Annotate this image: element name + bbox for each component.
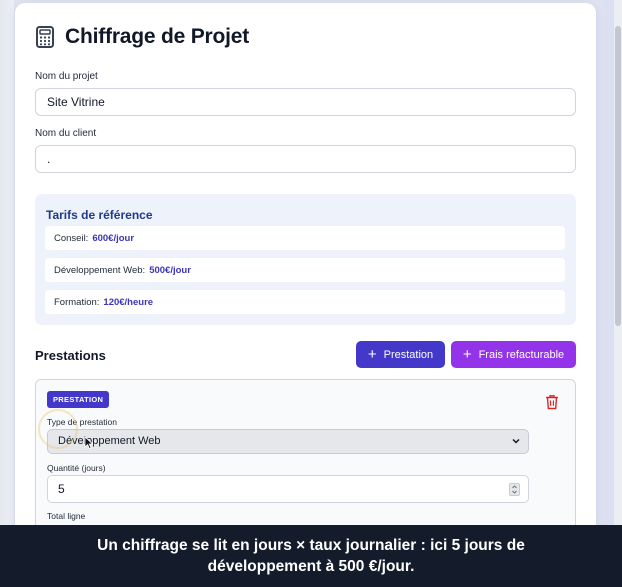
page-background-left (0, 0, 14, 587)
mouse-cursor-icon (84, 436, 94, 450)
quantity-value: 5 (58, 482, 65, 496)
add-frais-label: Frais refacturable (478, 348, 565, 361)
plus-icon: + (462, 346, 472, 363)
quantity-label: Quantité (jours) (47, 463, 106, 473)
line-total-label: Total ligne (47, 511, 86, 521)
page-title: Chiffrage de Projet (65, 25, 250, 48)
client-name-input[interactable]: . (35, 145, 576, 173)
reference-rates-title: Tarifs de référence (46, 208, 153, 222)
client-name-label: Nom du client (35, 128, 97, 139)
caption-line-1: Un chiffrage se lit en jours × taux jour… (97, 537, 525, 554)
project-card: Chiffrage de Projet Nom du projet Site V… (15, 3, 596, 563)
plus-icon: + (367, 346, 377, 363)
chevron-down-icon (511, 436, 521, 446)
prestation-badge: PRESTATION (47, 391, 110, 408)
rate-label: Formation: (54, 297, 100, 308)
rate-row: Développement Web: 500€/jour (45, 258, 565, 282)
rate-row: Conseil: 600€/jour (45, 226, 565, 250)
add-prestation-button[interactable]: + Prestation (356, 341, 445, 368)
trash-icon[interactable] (545, 394, 559, 410)
calculator-icon (35, 26, 55, 48)
page-header: Chiffrage de Projet (35, 25, 249, 49)
project-name-input[interactable]: Site Vitrine (35, 88, 576, 116)
reference-rates-panel: Tarifs de référence Conseil: 600€/jour Dé… (35, 194, 576, 325)
rate-price: 120€/heure (103, 297, 154, 308)
rate-label: Développement Web: (54, 265, 146, 276)
add-frais-button[interactable]: + Frais refacturable (451, 341, 576, 368)
rate-label: Conseil: (54, 233, 89, 244)
rate-price: 600€/jour (92, 233, 135, 244)
scrollbar[interactable] (614, 0, 622, 525)
project-name-label: Nom du projet (35, 71, 98, 82)
scrollbar-thumb[interactable] (615, 26, 621, 326)
quantity-input[interactable]: 5 (47, 475, 529, 503)
service-type-select[interactable]: Développement Web (47, 429, 529, 454)
prestations-title: Prestations (35, 348, 106, 363)
rate-price: 500€/jour (149, 265, 191, 276)
rate-row: Formation: 120€/heure (45, 290, 565, 314)
click-highlight (38, 409, 78, 449)
caption-line-2: développement à 500 €/jour. (207, 558, 415, 575)
quantity-stepper[interactable] (509, 483, 520, 496)
add-prestation-label: Prestation (383, 348, 434, 361)
video-caption: Un chiffrage se lit en jours × taux jour… (0, 525, 622, 587)
